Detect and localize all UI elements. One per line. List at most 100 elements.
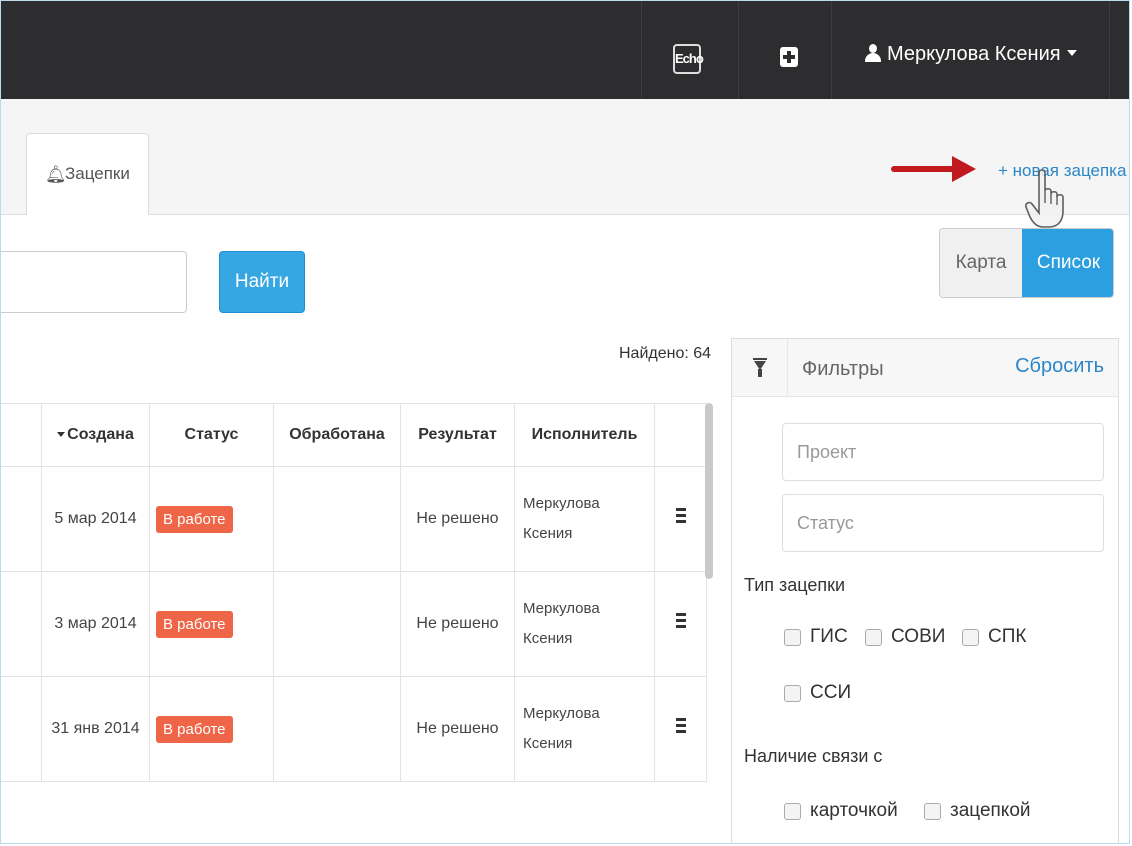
table-scrollbar[interactable] [705, 403, 713, 579]
checkbox-label: СПК [988, 626, 1027, 647]
reset-filters-link[interactable]: Сбросить [1015, 355, 1104, 378]
executor-name-line: Меркулова [523, 600, 600, 617]
checkbox-label: карточкой [810, 800, 898, 821]
checkbox-ssi[interactable]: ССИ [784, 682, 851, 704]
status-cell: В работе [149, 466, 274, 572]
executor-name-line: Ксения [523, 735, 573, 752]
filters-panel: Фильтры Сбросить Проект Статус Тип зацеп… [731, 338, 1119, 843]
user-name: Меркулова Ксения [887, 43, 1061, 65]
checkbox-box[interactable] [865, 628, 882, 646]
executor-name-line: Ксения [523, 525, 573, 542]
type-label: Тип зацепки [744, 575, 846, 595]
view-toggle: Карта Список [939, 228, 1114, 298]
tab-divider [1, 214, 1129, 215]
status-cell: В работе [149, 676, 274, 782]
search-input[interactable] [1, 251, 187, 313]
navbar-divider [1109, 1, 1110, 99]
hand-cursor-icon [1025, 169, 1064, 228]
column-header-executor[interactable]: Исполнитель [514, 403, 655, 467]
checkbox-sovi[interactable]: СОВИ [865, 626, 945, 648]
checkbox-box[interactable] [784, 802, 801, 820]
actions-column-header [654, 403, 707, 467]
column-header-processed[interactable]: Обработана [273, 403, 401, 467]
checkbox-box[interactable] [784, 628, 801, 646]
row-menu-icon[interactable] [675, 508, 686, 525]
echo-icon[interactable]: Echo [673, 44, 704, 74]
row-menu-icon[interactable] [675, 613, 686, 630]
row-actions-cell[interactable] [654, 466, 707, 572]
column-header-created[interactable]: Создана [41, 403, 150, 467]
app-window: Echo Меркулова Ксения 🔔︎ Зацепки + новая… [0, 0, 1130, 844]
annotation-arrow-head [952, 156, 976, 182]
user-menu[interactable]: Меркулова Ксения [865, 43, 1077, 66]
row-actions-cell[interactable] [654, 676, 707, 782]
find-button[interactable]: Найти [219, 251, 305, 313]
map-view-button[interactable]: Карта [940, 229, 1022, 297]
created-cell: 3 мар 2014 [41, 571, 150, 677]
executor-cell: Меркулова Ксения [514, 571, 655, 677]
checkbox-box[interactable] [924, 802, 941, 820]
executor-cell: Меркулова Ксения [514, 466, 655, 572]
filters-header: Фильтры Сбросить [732, 339, 1118, 397]
executor-name-line: Ксения [523, 630, 573, 647]
header-divider [787, 339, 788, 396]
row-select-cell [1, 676, 42, 782]
status-badge: В работе [156, 610, 233, 638]
column-header-result[interactable]: Результат [400, 403, 515, 467]
tab-zatsepki[interactable]: 🔔︎ Зацепки [26, 133, 149, 215]
checkbox-box[interactable] [962, 628, 979, 646]
status-field[interactable]: Статус [782, 494, 1104, 552]
bell-icon: 🔔︎ [45, 165, 67, 184]
executor-name-line: Меркулова [523, 495, 600, 512]
status-badge: В работе [156, 505, 233, 533]
add-plus-icon[interactable] [780, 47, 798, 67]
processed-cell [273, 466, 401, 572]
checkbox-label: зацепкой [950, 800, 1031, 821]
table-row[interactable]: 31 янв 2014 В работе Не решено Меркулова… [1, 676, 707, 782]
created-cell: 31 янв 2014 [41, 676, 150, 782]
checkbox-zatsepka[interactable]: зацепкой [924, 800, 1031, 822]
processed-cell [273, 571, 401, 677]
table-row[interactable]: 5 мар 2014 В работе Не решено Меркулова К… [1, 466, 707, 572]
navbar-divider [641, 1, 642, 99]
top-navbar: Echo Меркулова Ксения [1, 1, 1129, 99]
checkbox-spk[interactable]: СПК [962, 626, 1026, 648]
executor-name-line: Меркулова [523, 705, 600, 722]
table-header-row: Создана Статус Обработана Результат Испо… [1, 403, 707, 467]
row-actions-cell[interactable] [654, 571, 707, 677]
filters-title: Фильтры [802, 358, 884, 380]
column-header-label: Создана [67, 426, 134, 443]
filter-icon [753, 358, 767, 360]
checkbox-box[interactable] [784, 684, 801, 702]
select-column-header [1, 403, 42, 467]
navbar-divider [738, 1, 739, 99]
tab-label: Зацепки [65, 164, 130, 183]
checkbox-card[interactable]: карточкой [784, 800, 898, 822]
result-cell: Не решено [400, 571, 515, 677]
row-menu-icon[interactable] [675, 718, 686, 735]
status-badge: В работе [156, 715, 233, 743]
checkbox-gis[interactable]: ГИС [784, 626, 848, 648]
results-table: Создана Статус Обработана Результат Испо… [1, 403, 707, 782]
link-label: Наличие связи с [744, 746, 883, 766]
checkbox-label: ССИ [810, 682, 852, 703]
table-row[interactable]: 3 мар 2014 В работе Не решено Меркулова К… [1, 571, 707, 677]
status-cell: В работе [149, 571, 274, 677]
filter-icon [758, 369, 762, 377]
column-header-status[interactable]: Статус [149, 403, 274, 467]
executor-cell: Меркулова Ксения [514, 676, 655, 782]
list-view-button[interactable]: Список [1022, 229, 1113, 297]
checkbox-label: СОВИ [891, 626, 946, 647]
result-cell: Не решено [400, 676, 515, 782]
checkbox-label: ГИС [810, 626, 848, 647]
row-select-cell [1, 466, 42, 572]
results-count: Найдено: 64 [619, 345, 712, 362]
created-cell: 5 мар 2014 [41, 466, 150, 572]
annotation-arrow [891, 166, 955, 172]
sort-desc-icon [57, 432, 66, 437]
navbar-divider [831, 1, 832, 99]
row-select-cell [1, 571, 42, 677]
user-icon [865, 44, 881, 62]
project-field[interactable]: Проект [782, 423, 1104, 481]
result-cell: Не решено [400, 466, 515, 572]
